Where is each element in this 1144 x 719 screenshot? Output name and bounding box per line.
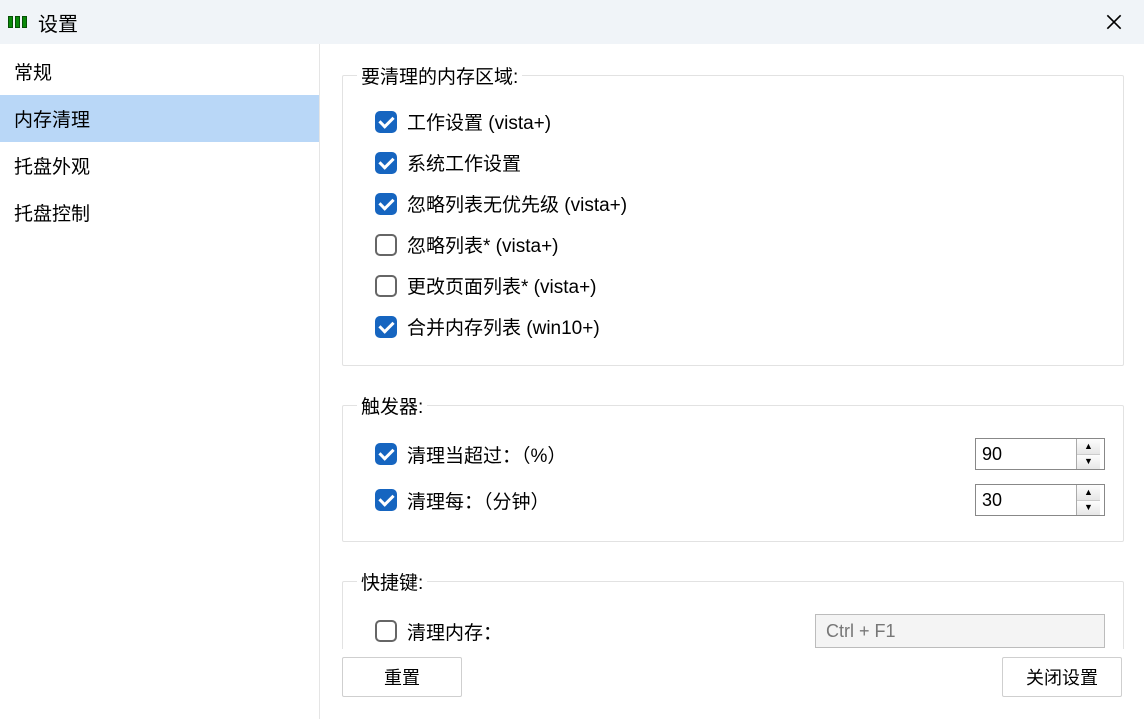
group-memory-areas: 要清理的内存区域: 工作设置 (vista+) 系统工作设置忽略列表无优先级 (v… <box>342 62 1124 366</box>
area-checkbox-4[interactable] <box>375 275 397 297</box>
group-legend-triggers: 触发器: <box>357 392 427 419</box>
area-label-2: 忽略列表无优先级 (vista+) <box>407 190 627 217</box>
area-row-5: 合并内存列表 (win10+) <box>371 306 1109 347</box>
reset-button[interactable]: 重置 <box>342 657 462 697</box>
label-clean-every: 清理每：（分钟） <box>407 487 975 514</box>
sidebar-item-3[interactable]: 托盘控制 <box>0 189 319 236</box>
area-label-5: 合并内存列表 (win10+) <box>407 313 600 340</box>
area-row-3: 忽略列表* (vista+) <box>371 224 1109 265</box>
footer: 重置 关闭设置 <box>320 649 1144 719</box>
checkbox-clean-when-over[interactable] <box>375 443 397 465</box>
label-clean-when-over: 清理当超过：（%） <box>407 441 975 468</box>
area-label-3: 忽略列表* (vista+) <box>407 231 559 258</box>
close-window-button[interactable] <box>1090 2 1138 42</box>
sidebar-item-2[interactable]: 托盘外观 <box>0 142 319 189</box>
sidebar-item-0[interactable]: 常规 <box>0 48 319 95</box>
titlebar: 设置 <box>0 0 1144 44</box>
area-label-4: 更改页面列表* (vista+) <box>407 272 597 299</box>
main-panel: 要清理的内存区域: 工作设置 (vista+) 系统工作设置忽略列表无优先级 (v… <box>320 44 1144 719</box>
area-label-1: 系统工作设置 <box>407 149 521 176</box>
area-checkbox-2[interactable] <box>375 193 397 215</box>
area-checkbox-5[interactable] <box>375 316 397 338</box>
close-settings-button[interactable]: 关闭设置 <box>1002 657 1122 697</box>
group-legend-hotkey: 快捷键: <box>357 568 427 595</box>
area-checkbox-3[interactable] <box>375 234 397 256</box>
area-row-1: 系统工作设置 <box>371 142 1109 183</box>
area-label-0: 工作设置 (vista+) <box>407 108 551 135</box>
checkbox-clean-every[interactable] <box>375 489 397 511</box>
spinner-minutes[interactable]: ▲ ▼ <box>975 484 1105 516</box>
app-icon <box>8 15 28 29</box>
percent-down[interactable]: ▼ <box>1077 455 1100 470</box>
area-row-4: 更改页面列表* (vista+) <box>371 265 1109 306</box>
minutes-down[interactable]: ▼ <box>1077 501 1100 516</box>
area-checkbox-0[interactable] <box>375 111 397 133</box>
sidebar: 常规内存清理托盘外观托盘控制 <box>0 44 320 719</box>
area-row-2: 忽略列表无优先级 (vista+) <box>371 183 1109 224</box>
window-title: 设置 <box>38 8 78 37</box>
group-hotkey: 快捷键: 清理内存： <box>342 568 1124 649</box>
area-row-0: 工作设置 (vista+) <box>371 101 1109 142</box>
area-checkbox-1[interactable] <box>375 152 397 174</box>
spinner-percent[interactable]: ▲ ▼ <box>975 438 1105 470</box>
checkbox-hotkey-clean[interactable] <box>375 620 397 642</box>
input-hotkey[interactable] <box>815 614 1105 648</box>
group-triggers: 触发器: 清理当超过：（%） ▲ ▼ 清理每：（分钟） <box>342 392 1124 542</box>
input-minutes[interactable] <box>976 485 1076 515</box>
close-icon <box>1104 12 1124 32</box>
label-hotkey-clean: 清理内存： <box>407 618 815 645</box>
percent-up[interactable]: ▲ <box>1077 439 1100 455</box>
sidebar-item-1[interactable]: 内存清理 <box>0 95 319 142</box>
minutes-up[interactable]: ▲ <box>1077 485 1100 501</box>
group-legend-areas: 要清理的内存区域: <box>357 62 522 89</box>
input-percent[interactable] <box>976 439 1076 469</box>
